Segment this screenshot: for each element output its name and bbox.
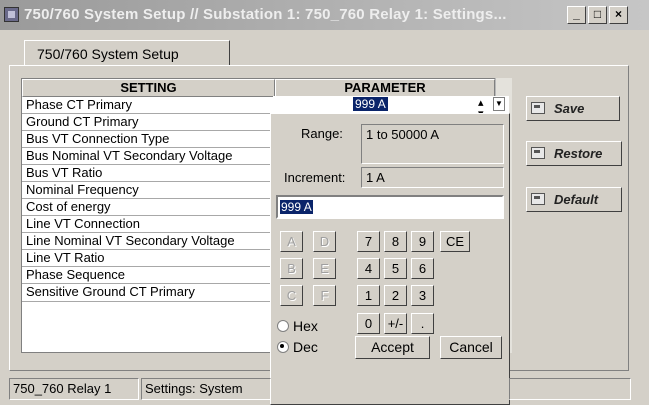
key-0[interactable]: 0 [357,313,380,334]
key-d[interactable]: D [313,231,336,252]
default-icon [531,193,545,205]
entry-value: 999 A [280,200,313,214]
table-row[interactable]: Phase Sequence [22,267,274,284]
maximize-button[interactable]: □ [588,6,607,24]
table-row[interactable]: Bus VT Ratio [22,165,274,182]
key-c[interactable]: C [280,285,303,306]
key-a[interactable]: A [280,231,303,252]
dec-radio[interactable]: Dec [277,339,318,355]
key-4[interactable]: 4 [357,258,380,279]
key-plus-minus[interactable]: +/- [384,313,407,334]
cancel-button[interactable]: Cancel [440,336,502,359]
parameter-column-header[interactable]: PARAMETER [275,79,495,97]
key-6[interactable]: 6 [411,258,434,279]
status-section: Settings: System [141,378,271,400]
table-row[interactable]: Bus Nominal VT Secondary Voltage [22,148,274,165]
key-f[interactable]: F [313,285,336,306]
key-5[interactable]: 5 [384,258,407,279]
value-entry-field[interactable]: 999 A [276,195,504,219]
save-icon [531,102,545,114]
table-row[interactable]: Line VT Connection [22,216,274,233]
restore-button[interactable]: Restore [526,141,622,166]
key-decimal[interactable]: . [411,313,434,334]
dropdown-arrow-icon[interactable]: ▼ [493,97,505,111]
hex-label: Hex [293,318,318,334]
key-7[interactable]: 7 [357,231,380,252]
radio-icon [277,320,289,332]
table-row[interactable]: Bus VT Connection Type [22,131,274,148]
key-ce[interactable]: CE [440,231,470,252]
key-b[interactable]: B [280,258,303,279]
close-button[interactable]: × [609,6,628,24]
range-label: Range: [301,126,343,141]
restore-label: Restore [554,146,603,161]
app-icon[interactable] [4,7,19,22]
accept-button[interactable]: Accept [355,336,430,359]
status-relay: 750_760 Relay 1 [9,378,139,400]
save-button[interactable]: Save [526,96,620,121]
default-label: Default [554,192,599,207]
key-8[interactable]: 8 [384,231,407,252]
increment-label: Increment: [284,170,346,185]
setting-column-header[interactable]: SETTING [22,79,275,97]
phase-ct-primary-value-cell[interactable]: 999 A ▴▾ ▼ [273,96,509,120]
window-title: 750/760 System Setup // Substation 1: 75… [24,6,507,23]
table-row[interactable]: Sensitive Ground CT Primary [22,284,274,302]
key-9[interactable]: 9 [411,231,434,252]
key-3[interactable]: 3 [411,285,434,306]
increment-value: 1 A [361,167,504,188]
default-button[interactable]: Default [526,187,622,212]
minimize-button[interactable]: _ [567,6,586,24]
key-1[interactable]: 1 [357,285,380,306]
table-row[interactable]: Cost of energy [22,199,274,216]
title-bar: 750/760 System Setup // Substation 1: 75… [0,0,649,30]
dec-label: Dec [293,339,318,355]
key-e[interactable]: E [313,258,336,279]
range-value: 1 to 50000 A [361,124,504,164]
table-row[interactable]: Line VT Ratio [22,250,274,267]
table-row[interactable]: Nominal Frequency [22,182,274,199]
table-row[interactable]: Line Nominal VT Secondary Voltage [22,233,274,250]
table-row[interactable]: Phase CT Primary [22,97,274,114]
key-2[interactable]: 2 [384,285,407,306]
tab-system-setup[interactable]: 750/760 System Setup [24,40,230,66]
status-bar: 750_760 Relay 1 Settings: System [9,378,649,400]
table-row[interactable]: Ground CT Primary [22,114,274,131]
selected-value: 999 A [353,97,388,111]
hex-radio[interactable]: Hex [277,318,318,334]
status-empty [509,378,631,400]
save-label: Save [554,101,585,116]
restore-icon [531,147,545,159]
radio-selected-icon [277,341,289,353]
